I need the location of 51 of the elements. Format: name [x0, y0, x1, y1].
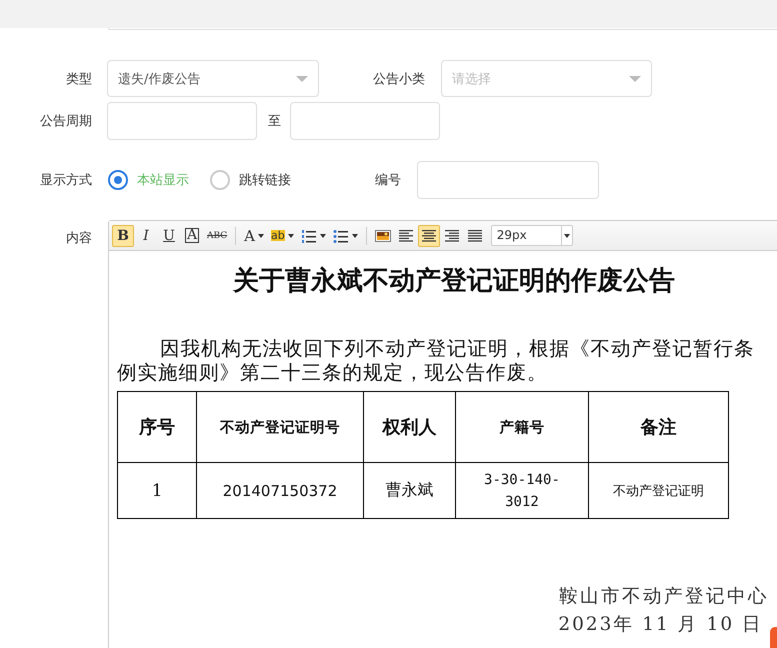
radio-button[interactable] [210, 170, 230, 190]
toolbar-button[interactable] [418, 224, 440, 246]
align-left-icon [398, 228, 414, 244]
table-header: 序号 [118, 392, 197, 462]
caret-icon [564, 234, 570, 238]
toolbar-button[interactable]: ab [268, 224, 297, 246]
toolbar-button[interactable]: I [135, 224, 157, 246]
toolbar-button[interactable]: A [181, 224, 203, 246]
field-label: 显示方式 [39, 172, 92, 189]
toolbar-button[interactable]: U [158, 224, 180, 246]
toolbar-button[interactable]: A [241, 224, 268, 246]
caret-icon [320, 234, 326, 238]
table-cell: 曹永斌 [363, 462, 456, 518]
caret-icon [352, 234, 358, 238]
font-size-select[interactable]: 29px [490, 225, 573, 246]
range-separator: 至 [268, 113, 281, 130]
date-field[interactable] [107, 102, 257, 140]
radio-label[interactable]: 跳转链接 [239, 171, 291, 189]
table-cell: 1 [118, 462, 197, 518]
dropdown-arrow-icon [296, 76, 308, 82]
field-label: 类型 [65, 70, 92, 88]
document-paragraph: 因我机构无法收回下列不动产登记证明，根据《不动产登记暂行条例实施细则》第二十三条的规定，现公告作废。 [117, 337, 756, 385]
select-field[interactable]: 遗失/作废公告 [107, 60, 319, 97]
bullet-list-icon [332, 228, 349, 244]
signature-text: 鞍山市不动产登记中心 [559, 585, 769, 609]
justify-icon [466, 228, 483, 244]
date-text: 2023年 11 月 10 日 [558, 613, 763, 637]
table-header: 不动产登记证明号 [196, 392, 364, 462]
field-label: 编号 [374, 172, 401, 189]
caret-icon [288, 234, 294, 238]
dropdown-arrow-icon [629, 76, 641, 82]
field-label: 内容 [65, 230, 92, 247]
numbered-list-icon [300, 228, 317, 244]
radio-button[interactable] [108, 170, 128, 190]
table-header: 产籍号 [455, 392, 588, 462]
caret-icon [258, 234, 264, 238]
document-title: 关于曹永斌不动产登记证明的作废公告 [232, 265, 676, 298]
text-field[interactable] [417, 161, 599, 199]
toolbar-button[interactable]: ABC [204, 224, 230, 246]
date-field[interactable] [290, 102, 440, 140]
field-label: 公告小类 [372, 70, 425, 88]
table-cell: 201407150372 [196, 462, 364, 518]
align-right-icon [444, 228, 460, 244]
toolbar-button[interactable]: B [112, 224, 134, 246]
align-center-icon [420, 228, 437, 244]
table-cell: 3-30-140-3012 [455, 462, 588, 518]
table-header: 备注 [588, 392, 728, 462]
field-label: 公告周期 [39, 113, 92, 130]
table-cell: 不动产登记证明 [588, 462, 728, 518]
image-icon [374, 228, 391, 242]
table-header: 权利人 [363, 392, 456, 462]
